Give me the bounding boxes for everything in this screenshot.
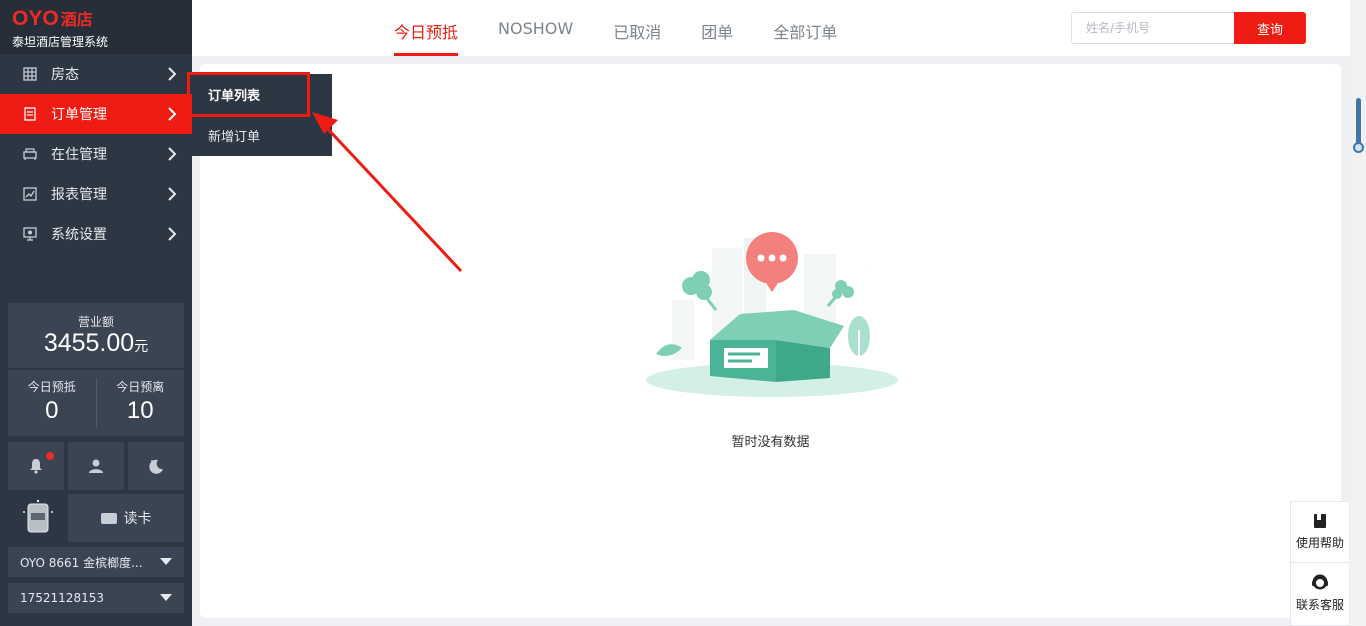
- search-button[interactable]: 查询: [1234, 12, 1306, 44]
- hotel-select-value: OYO 8661 金槟榔度...: [20, 555, 143, 570]
- notification-dot: [46, 452, 54, 460]
- sidebar-item-label: 在住管理: [51, 147, 107, 163]
- caret-down-icon: [160, 558, 172, 565]
- notification-button[interactable]: [8, 442, 64, 490]
- account-select-value: 17521128153: [20, 591, 104, 605]
- sidebar-item-orders[interactable]: 订单管理: [0, 94, 192, 134]
- grid-icon: [23, 67, 37, 81]
- revenue-unit: 元: [134, 338, 149, 354]
- help-label: 使用帮助: [1295, 536, 1344, 550]
- brand: OYO 酒店 泰坦酒店管理系统: [0, 0, 192, 54]
- book-icon: [1314, 514, 1326, 528]
- annotation-highlight-box: [187, 72, 310, 117]
- revenue-card: 营业额 3455.00元: [8, 303, 184, 368]
- quick-actions: [8, 442, 184, 490]
- empty-box-illustration: [646, 232, 898, 397]
- sidebar-item-reports[interactable]: 报表管理: [0, 174, 192, 214]
- chart-icon: [23, 187, 37, 201]
- departures-label: 今日预离: [116, 380, 165, 394]
- account-select[interactable]: 17521128153: [8, 583, 184, 613]
- order-icon: [23, 107, 37, 121]
- tab-all-orders[interactable]: 全部订单: [773, 0, 837, 56]
- system-name: 泰坦酒店管理系统: [12, 35, 109, 49]
- revenue-value: 3455.00: [43, 329, 135, 357]
- floating-help-panel: 使用帮助 联系客服: [1290, 501, 1349, 626]
- sidebar-item-settings[interactable]: 系统设置: [0, 214, 192, 254]
- caret-down-icon: [160, 594, 172, 601]
- sidebar-item-in-house[interactable]: 在住管理: [0, 134, 192, 174]
- headset-icon: [1312, 574, 1328, 589]
- arrivals-card[interactable]: 今日预抵 0: [8, 370, 96, 436]
- sidebar-item-room-status[interactable]: 房态: [0, 54, 192, 94]
- scrollbar-knob[interactable]: [1353, 142, 1364, 153]
- logo-hotel: 酒店: [60, 10, 93, 29]
- sidebar: OYO 酒店 泰坦酒店管理系统 房态 订单管理 在住管理 报表管理 系统设置 营…: [0, 0, 192, 626]
- tab-cancelled[interactable]: 已取消: [613, 0, 661, 56]
- bed-icon: [23, 147, 37, 161]
- read-card-label: 读卡: [123, 511, 152, 527]
- help-button[interactable]: 使用帮助: [1291, 502, 1349, 562]
- tab-today-arrivals[interactable]: 今日预抵: [394, 0, 459, 56]
- arrivals-departures: 今日预抵 0 今日预离 10: [8, 370, 184, 436]
- departures-card[interactable]: 今日预离 10: [95, 378, 185, 428]
- chevron-right-icon: [168, 147, 177, 161]
- arrivals-value: 0: [45, 397, 59, 424]
- hotel-select[interactable]: OYO 8661 金槟榔度...: [8, 547, 184, 577]
- sidebar-item-label: 报表管理: [51, 187, 107, 203]
- revenue-value-line: 3455.00元: [8, 329, 184, 358]
- departures-value: 10: [126, 397, 154, 424]
- search-input[interactable]: [1071, 12, 1234, 44]
- empty-state-text: 暂时没有数据: [731, 435, 810, 450]
- card-reader-row: 读卡: [8, 494, 184, 542]
- settings-icon: [23, 227, 37, 241]
- tab-group[interactable]: 团单: [701, 0, 733, 56]
- logo-oyo: OYO: [12, 7, 59, 30]
- customer-service-button[interactable]: 联系客服: [1291, 562, 1349, 622]
- night-audit-button[interactable]: [128, 442, 184, 490]
- order-tabs: 今日预抵 NOSHOW 已取消 团单 全部订单: [394, 0, 877, 56]
- tab-noshow[interactable]: NOSHOW: [498, 0, 573, 56]
- chevron-right-icon: [168, 107, 177, 121]
- card-icon: [100, 512, 117, 524]
- service-label: 联系客服: [1295, 597, 1344, 612]
- chevron-right-icon: [168, 67, 177, 81]
- submenu-item-new-order[interactable]: 新增订单: [192, 115, 332, 156]
- moon-icon: [149, 459, 163, 474]
- chevron-right-icon: [168, 187, 177, 201]
- sidebar-menu: 房态 订单管理 在住管理 报表管理 系统设置: [0, 54, 192, 254]
- chevron-right-icon: [168, 227, 177, 241]
- sidebar-item-label: 订单管理: [51, 107, 107, 123]
- arrivals-label: 今日预抵: [27, 380, 76, 394]
- scrollbar-track[interactable]: [1350, 0, 1366, 626]
- sidebar-item-label: 房态: [51, 67, 79, 83]
- revenue-label: 营业额: [77, 315, 114, 329]
- bell-icon: [30, 459, 42, 474]
- logo[interactable]: OYO 酒店: [12, 6, 192, 30]
- read-card-button[interactable]: 读卡: [68, 494, 184, 542]
- sidebar-item-label: 系统设置: [51, 227, 107, 243]
- stats-panel: 营业额 3455.00元 今日预抵 0 今日预离 10: [8, 303, 184, 436]
- guest-button[interactable]: [68, 442, 124, 490]
- person-icon: [89, 459, 103, 473]
- top-bar: 今日预抵 NOSHOW 已取消 团单 全部订单 查询: [192, 0, 1350, 56]
- card-reader-icon: [8, 494, 68, 542]
- main-panel: 暂时没有数据: [200, 64, 1341, 618]
